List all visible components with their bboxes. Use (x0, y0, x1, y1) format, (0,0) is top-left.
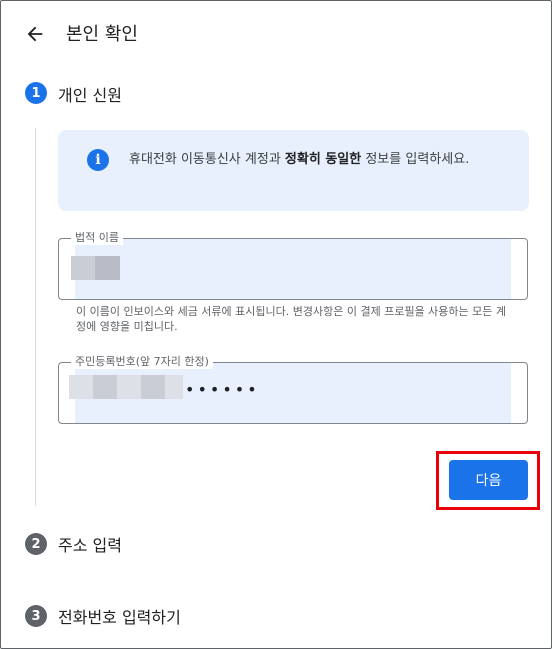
redacted-value (71, 256, 95, 280)
redacted-value (69, 375, 93, 399)
redacted-value (165, 375, 183, 399)
page-title: 본인 확인 (66, 24, 138, 45)
next-button[interactable]: 다음 (449, 460, 528, 500)
redacted-value (117, 375, 141, 399)
info-icon: i (87, 149, 109, 171)
header: 본인 확인 (0, 0, 552, 66)
autofill-highlight (75, 239, 511, 299)
redacted-value (95, 256, 120, 280)
resident-number-label: 주민등록번호(앞 7자리 한정) (71, 355, 213, 369)
info-box: i 휴대전화 이동통신사 계정과 정확히 동일한 정보를 입력하세요. (58, 130, 529, 211)
step-connector-line (35, 128, 36, 506)
step-2-badge: 2 (25, 533, 47, 555)
step-1-badge: 1 (25, 82, 47, 104)
step-2-title[interactable]: 주소 입력 (58, 532, 122, 556)
step-3-title[interactable]: 전화번호 입력하기 (58, 604, 181, 628)
info-text: 휴대전화 이동통신사 계정과 정확히 동일한 정보를 입력하세요. (129, 152, 470, 167)
step-3-badge: 3 (25, 605, 47, 627)
legal-name-label: 법적 이름 (71, 231, 123, 245)
resident-number-field[interactable]: 주민등록번호(앞 7자리 한정) •••••• (58, 355, 528, 424)
masked-digits: •••••• (185, 380, 260, 399)
step-1-title: 개인 신원 (58, 86, 122, 105)
legal-name-helper-text: 이 이름이 인보이스와 세금 서류에 표시됩니다. 변경사항은 이 결제 프로필… (76, 305, 507, 333)
redacted-value (93, 375, 117, 399)
redacted-value (141, 375, 165, 399)
back-arrow-icon[interactable] (22, 21, 48, 47)
legal-name-field[interactable]: 법적 이름 (58, 231, 528, 300)
